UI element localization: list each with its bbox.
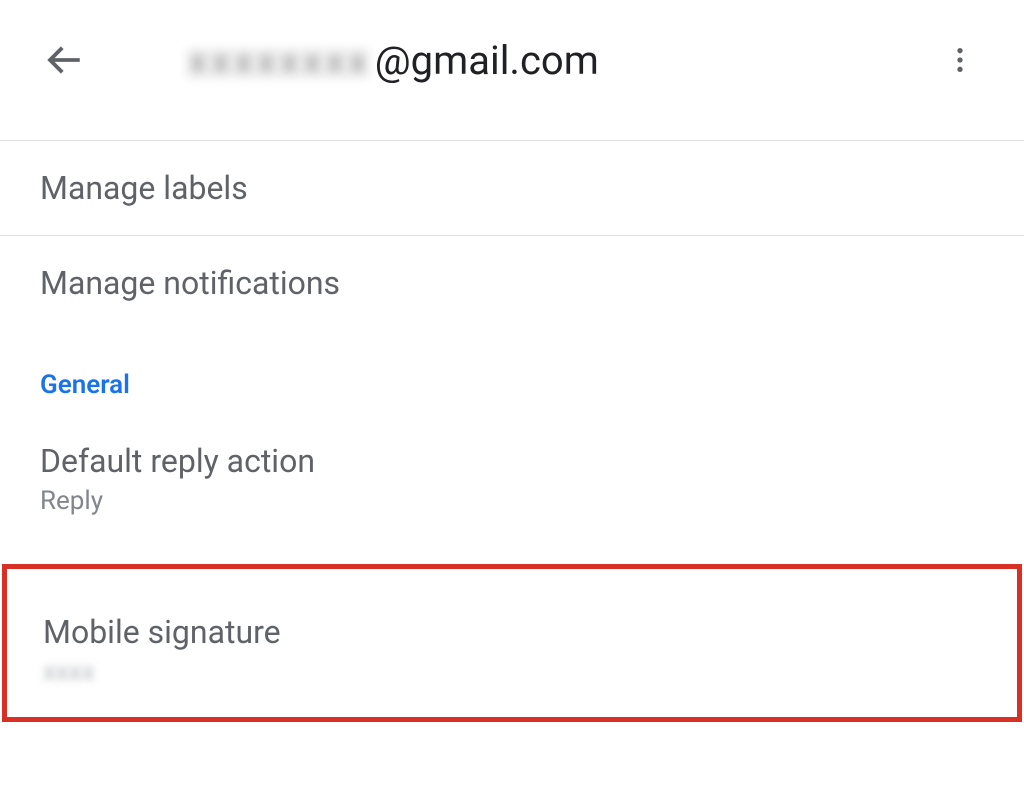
manage-notifications-label: Manage notifications	[40, 264, 984, 302]
more-options-button[interactable]	[936, 36, 984, 84]
title-blurred-prefix: xxxxxxxx	[188, 37, 371, 84]
more-vert-icon	[944, 44, 976, 76]
mobile-signature-value: xxxx	[43, 657, 981, 687]
default-reply-action-title: Default reply action	[40, 442, 984, 480]
manage-notifications-item[interactable]: Manage notifications	[0, 236, 1024, 330]
general-section-header: General	[0, 330, 1024, 414]
app-header: xxxxxxxx@gmail.com	[0, 0, 1024, 120]
highlight-box: Mobile signature xxxx	[2, 564, 1022, 722]
default-reply-action-item[interactable]: Default reply action Reply	[0, 414, 1024, 544]
back-button[interactable]	[40, 36, 88, 84]
page-title: xxxxxxxx@gmail.com	[88, 37, 936, 84]
mobile-signature-title: Mobile signature	[43, 613, 981, 651]
manage-labels-label: Manage labels	[40, 169, 984, 207]
manage-labels-item[interactable]: Manage labels	[0, 141, 1024, 235]
title-domain: @gmail.com	[375, 37, 599, 84]
arrow-back-icon	[43, 39, 85, 81]
default-reply-action-value: Reply	[40, 486, 984, 516]
mobile-signature-item[interactable]: Mobile signature xxxx	[7, 589, 1017, 687]
